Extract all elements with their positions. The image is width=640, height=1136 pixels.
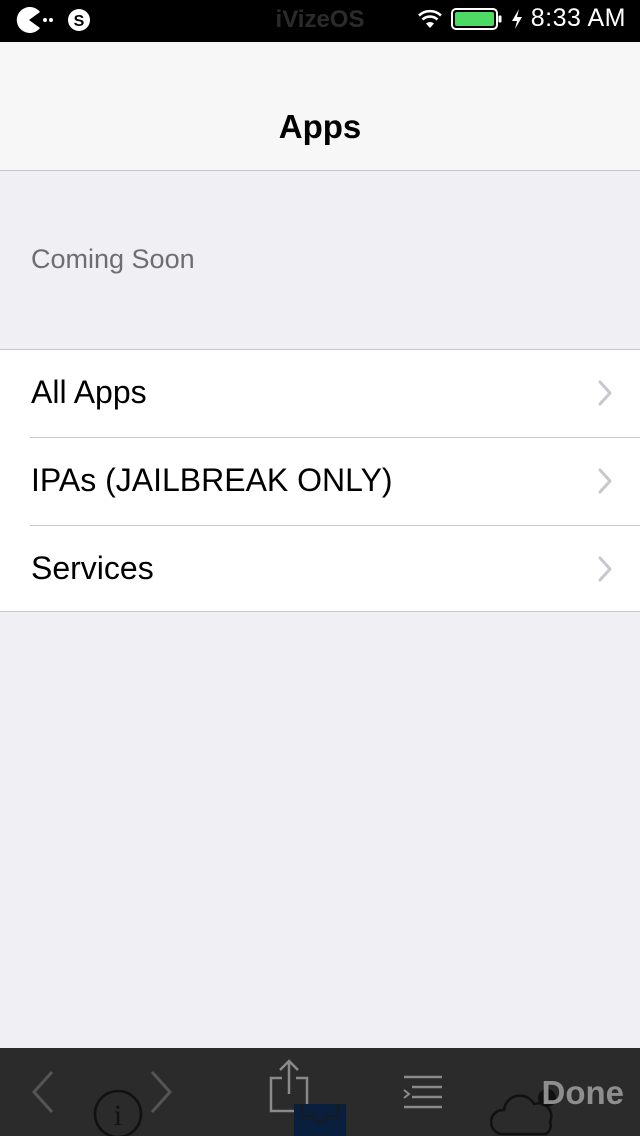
forward-icon[interactable] [148,1070,174,1114]
row-label: Services [31,550,154,586]
section-header: Coming Soon [31,244,195,274]
page-title: Apps [278,108,362,145]
bottom-toolbar: i Done [0,1048,640,1136]
chevron-right-icon [598,468,612,494]
info-icon[interactable]: i [92,1088,144,1136]
row-services[interactable]: Services [0,526,640,613]
clock-time: 8:33 AM [530,4,626,32]
svg-text:i: i [114,1099,122,1132]
status-right: 8:33 AM [417,4,626,33]
back-icon[interactable] [30,1070,56,1114]
row-label: All Apps [31,374,147,410]
navigation-bar: Apps [0,42,640,171]
battery-icon [450,7,503,31]
chevron-right-icon [598,556,612,582]
chevron-right-icon [598,380,612,406]
status-bar: S iVizeOS 8:33 AM [0,0,640,42]
charging-bolt-icon [511,8,523,30]
inbox-icon[interactable] [294,1098,346,1136]
done-button[interactable]: Done [542,1074,625,1112]
list-icon[interactable] [402,1074,444,1112]
wifi-icon [417,8,443,30]
row-all-apps[interactable]: All Apps [0,350,640,437]
row-label: IPAs (JAILBREAK ONLY) [31,462,393,498]
row-ipas[interactable]: IPAs (JAILBREAK ONLY) [0,438,640,525]
apps-table: All Apps IPAs (JAILBREAK ONLY) Services [0,349,640,612]
